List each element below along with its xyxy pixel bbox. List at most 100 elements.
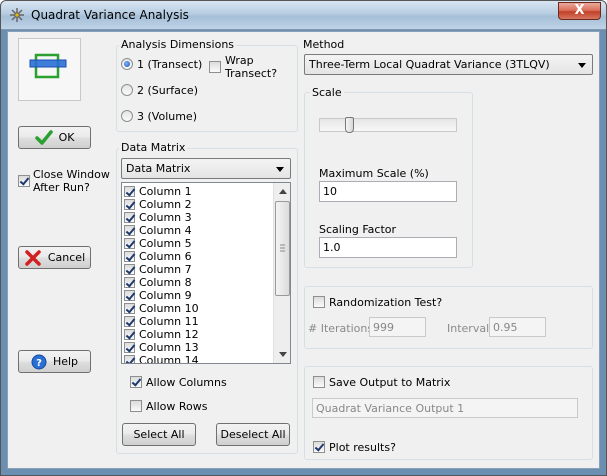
- svg-text:?: ?: [36, 358, 42, 369]
- dimension-label-volume: 3 (Volume): [137, 110, 197, 123]
- scale-slider-track: [319, 118, 457, 132]
- randomization-checkbox[interactable]: [313, 296, 325, 308]
- column-checkbox[interactable]: [124, 238, 135, 249]
- dimension-radio-volume[interactable]: [121, 110, 133, 122]
- list-item[interactable]: Column 13: [124, 341, 199, 354]
- column-label: Column 9: [139, 289, 192, 302]
- column-checkbox[interactable]: [124, 342, 135, 353]
- method-selected: Three-Term Local Quadrat Variance (3TLQV…: [309, 58, 550, 71]
- dimension-radio-transect[interactable]: [121, 58, 133, 70]
- list-item[interactable]: Column 6: [124, 250, 192, 263]
- data-matrix-selected: Data Matrix: [126, 162, 191, 175]
- deselect-all-button[interactable]: Deselect All: [216, 423, 290, 446]
- allow-rows-checkbox[interactable]: [130, 400, 142, 412]
- list-item[interactable]: Column 1: [124, 185, 192, 198]
- output-name-input[interactable]: Quadrat Variance Output 1: [312, 398, 578, 418]
- scroll-up-button[interactable]: [275, 184, 290, 199]
- column-checkbox[interactable]: [124, 290, 135, 301]
- output-name-value: Quadrat Variance Output 1: [316, 401, 465, 415]
- select-all-button[interactable]: Select All: [122, 423, 196, 446]
- column-checkbox[interactable]: [124, 303, 135, 314]
- chevron-down-icon: [276, 166, 284, 172]
- column-label: Column 11: [139, 315, 199, 328]
- max-scale-input[interactable]: 10: [319, 181, 457, 202]
- scaling-factor-label: Scaling Factor: [319, 223, 397, 236]
- column-label: Column 6: [139, 250, 192, 263]
- iterations-value: 999: [373, 320, 394, 334]
- save-output-label: Save Output to Matrix: [329, 376, 451, 389]
- window-title: Quadrat Variance Analysis: [31, 8, 189, 22]
- wrap-transect-label-line1: Wrap: [225, 54, 254, 67]
- column-label: Column 13: [139, 341, 199, 354]
- ok-button[interactable]: OK: [18, 126, 91, 149]
- cancel-button[interactable]: Cancel: [18, 246, 91, 269]
- scroll-thumb[interactable]: [275, 201, 290, 296]
- column-label: Column 8: [139, 276, 192, 289]
- column-checkbox[interactable]: [124, 355, 135, 363]
- interval-input[interactable]: 0.95: [489, 317, 546, 337]
- column-label: Column 10: [139, 302, 199, 315]
- iterations-label: # Iterations: [308, 322, 374, 335]
- analysis-dimensions-title: Analysis Dimensions: [119, 38, 237, 51]
- allow-rows-label: Allow Rows: [146, 400, 208, 413]
- column-label: Column 1: [139, 185, 192, 198]
- list-item[interactable]: Column 4: [124, 224, 192, 237]
- column-checkbox[interactable]: [124, 199, 135, 210]
- interval-label: Interval: [447, 322, 490, 335]
- deselect-all-label: Deselect All: [220, 428, 286, 441]
- grip-icon: [280, 244, 285, 252]
- allow-columns-checkbox[interactable]: [130, 376, 142, 388]
- column-checkbox[interactable]: [124, 264, 135, 275]
- column-label: Column 12: [139, 328, 199, 341]
- column-checkbox[interactable]: [124, 225, 135, 236]
- list-item[interactable]: Column 9: [124, 289, 192, 302]
- title-bar[interactable]: Quadrat Variance Analysis X: [1, 1, 606, 30]
- list-item[interactable]: Column 5: [124, 237, 192, 250]
- wrap-transect-checkbox[interactable]: [209, 61, 221, 73]
- help-icon: ?: [31, 354, 47, 369]
- column-list[interactable]: Column 1 Column 2 Column 3 Column 4 Column 5…: [121, 182, 291, 364]
- list-item[interactable]: Column 12: [124, 328, 199, 341]
- ok-label: OK: [58, 131, 75, 144]
- plot-results-checkbox[interactable]: [313, 441, 325, 453]
- scale-slider-thumb[interactable]: [345, 117, 354, 133]
- dimension-radio-surface[interactable]: [121, 84, 133, 96]
- column-checkbox[interactable]: [124, 329, 135, 340]
- method-select[interactable]: Three-Term Local Quadrat Variance (3TLQV…: [304, 54, 593, 75]
- column-list-scrollbar[interactable]: [273, 183, 290, 363]
- help-label: Help: [52, 355, 79, 368]
- close-after-run-label-line1: Close Window: [33, 168, 110, 181]
- arrow-up-icon: [278, 189, 287, 194]
- column-checkbox[interactable]: [124, 212, 135, 223]
- list-item[interactable]: Column 2: [124, 198, 192, 211]
- wrap-transect-label-line2: Transect?: [225, 67, 278, 80]
- method-title: Method: [303, 38, 345, 51]
- list-item[interactable]: Column 7: [124, 263, 192, 276]
- iterations-input[interactable]: 999: [369, 317, 426, 337]
- max-scale-label: Maximum Scale (%): [319, 167, 429, 180]
- scroll-down-button[interactable]: [275, 347, 290, 362]
- scale-slider[interactable]: [319, 116, 457, 138]
- quadrat-logo-icon: [29, 53, 67, 79]
- chevron-down-icon: [578, 62, 586, 68]
- list-item[interactable]: Column 8: [124, 276, 192, 289]
- column-checkbox[interactable]: [124, 277, 135, 288]
- list-item[interactable]: Column 3: [124, 211, 192, 224]
- help-button[interactable]: ? Help: [18, 350, 91, 373]
- data-matrix-select[interactable]: Data Matrix: [121, 158, 291, 179]
- list-item[interactable]: Column 14: [124, 354, 199, 363]
- column-checkbox[interactable]: [124, 251, 135, 262]
- arrow-down-icon: [278, 352, 287, 357]
- scaling-factor-input[interactable]: 1.0: [319, 237, 457, 258]
- plot-results-label: Plot results?: [329, 441, 396, 454]
- checkmark-icon: [34, 129, 53, 145]
- scale-title: Scale: [310, 86, 344, 99]
- close-window-button[interactable]: X: [558, 2, 601, 20]
- column-checkbox[interactable]: [124, 316, 135, 327]
- list-item[interactable]: Column 10: [124, 302, 199, 315]
- column-checkbox[interactable]: [124, 186, 135, 197]
- cancel-label: Cancel: [47, 251, 86, 264]
- list-item[interactable]: Column 11: [124, 315, 199, 328]
- save-output-checkbox[interactable]: [313, 376, 325, 388]
- close-after-run-checkbox[interactable]: [18, 175, 30, 187]
